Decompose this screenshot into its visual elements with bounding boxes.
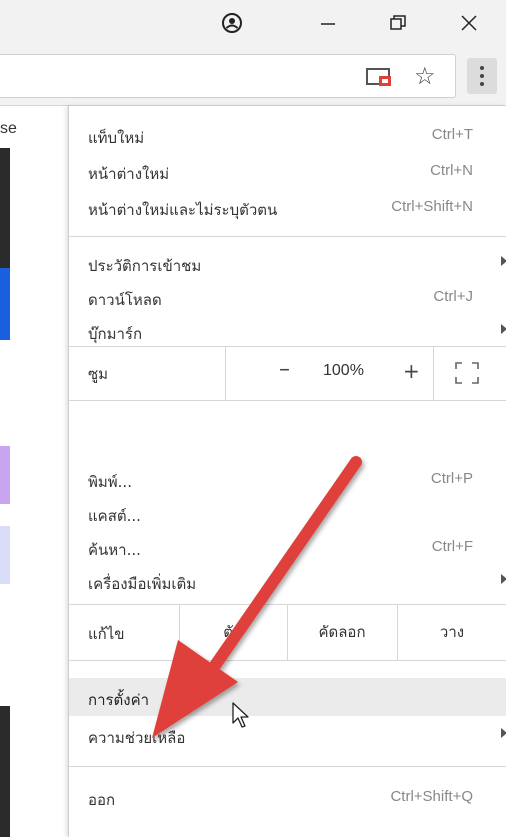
page-block-lavender bbox=[0, 526, 10, 584]
menu-item-shortcut: Ctrl+T bbox=[431, 126, 473, 143]
zoom-row: ซูม – 100% + bbox=[69, 346, 506, 400]
menu-separator bbox=[69, 660, 506, 661]
page-block-blue bbox=[0, 268, 10, 340]
menu-item-label: เครื่องมือเพิ่มเติม bbox=[88, 575, 197, 593]
edit-label: แก้ไข bbox=[88, 625, 125, 643]
menu-item-shortcut: Ctrl+F bbox=[431, 538, 473, 555]
menu-item-label: ออก bbox=[88, 791, 116, 809]
chrome-main-menu: แท็บใหม่ Ctrl+T หน้าต่างใหม่ Ctrl+N หน้า… bbox=[68, 106, 506, 837]
zoom-in-button[interactable]: + bbox=[403, 359, 420, 383]
submenu-arrow-icon bbox=[501, 256, 506, 266]
menu-item-shortcut: Ctrl+Shift+N bbox=[391, 198, 473, 215]
menu-item-label: ดาวน์โหลด bbox=[88, 291, 162, 309]
menu-item-history[interactable]: ประวัติการเข้าชม bbox=[69, 246, 506, 282]
menu-item-help[interactable]: ความช่วยเหลือ bbox=[69, 718, 506, 754]
submenu-arrow-icon bbox=[501, 324, 506, 334]
address-bar[interactable]: ☆ bbox=[0, 54, 456, 98]
page-block-dark bbox=[0, 148, 10, 268]
menu-item-downloads[interactable]: ดาวน์โหลด Ctrl+J bbox=[69, 280, 506, 316]
menu-item-label: หน้าต่างใหม่และไม่ระบุตัวตน bbox=[88, 201, 278, 219]
menu-item-label: แท็บใหม่ bbox=[88, 129, 145, 147]
maximize-icon[interactable] bbox=[376, 0, 420, 46]
page-block-dark-bottom bbox=[0, 706, 10, 837]
menu-item-label: ประวัติการเข้าชม bbox=[88, 257, 202, 275]
menu-separator bbox=[69, 236, 506, 237]
menu-item-more-tools[interactable]: เครื่องมือเพิ่มเติม bbox=[69, 564, 506, 600]
menu-item-label: ค้นหา... bbox=[88, 541, 141, 559]
zoom-divider bbox=[225, 346, 226, 400]
menu-separator bbox=[69, 766, 506, 767]
submenu-arrow-icon bbox=[501, 728, 506, 738]
cut-button[interactable]: ตัด bbox=[179, 604, 287, 660]
fullscreen-icon[interactable] bbox=[455, 362, 479, 384]
menu-item-label: พิมพ์... bbox=[88, 473, 132, 491]
menu-item-label: การตั้งค่า bbox=[88, 691, 150, 709]
page-fragment-text: se bbox=[0, 120, 17, 137]
mouse-cursor-icon bbox=[232, 702, 249, 728]
cast-icon[interactable] bbox=[366, 67, 392, 87]
menu-item-label: แคสต์... bbox=[88, 507, 141, 525]
menu-item-label: ความช่วยเหลือ bbox=[88, 729, 186, 747]
close-icon[interactable] bbox=[444, 0, 494, 46]
page-content-fragment: se bbox=[0, 106, 68, 837]
zoom-label: ซูม bbox=[88, 365, 109, 383]
menu-separator bbox=[69, 400, 506, 401]
menu-item-new-window[interactable]: หน้าต่างใหม่ Ctrl+N bbox=[69, 154, 506, 190]
menu-item-new-incognito-window[interactable]: หน้าต่างใหม่และไม่ระบุตัวตน Ctrl+Shift+N bbox=[69, 190, 506, 226]
paste-button[interactable]: วาง bbox=[397, 604, 506, 660]
title-bar bbox=[0, 0, 506, 46]
menu-item-shortcut: Ctrl+N bbox=[430, 162, 473, 179]
menu-item-shortcut: Ctrl+Shift+Q bbox=[390, 788, 473, 805]
profile-icon[interactable] bbox=[210, 0, 254, 46]
submenu-arrow-icon bbox=[501, 574, 506, 584]
menu-item-bookmarks[interactable]: บุ๊กมาร์ก bbox=[69, 314, 506, 350]
menu-item-shortcut: Ctrl+J bbox=[433, 288, 473, 305]
zoom-divider bbox=[433, 346, 434, 400]
menu-item-cast[interactable]: แคสต์... bbox=[69, 496, 506, 532]
menu-item-shortcut: Ctrl+P bbox=[430, 470, 473, 487]
browser-toolbar: ☆ bbox=[0, 46, 506, 106]
menu-item-find[interactable]: ค้นหา... Ctrl+F bbox=[69, 530, 506, 566]
menu-item-new-tab[interactable]: แท็บใหม่ Ctrl+T bbox=[69, 118, 506, 154]
page-block-purple bbox=[0, 446, 10, 504]
menu-item-settings[interactable]: การตั้งค่า bbox=[69, 678, 506, 716]
menu-item-label: หน้าต่างใหม่ bbox=[88, 165, 170, 183]
star-icon[interactable]: ☆ bbox=[414, 62, 436, 90]
zoom-out-button[interactable]: – bbox=[279, 357, 290, 382]
menu-item-exit[interactable]: ออก Ctrl+Shift+Q bbox=[69, 780, 506, 816]
edit-row: แก้ไข ตัด คัดลอก วาง bbox=[69, 604, 506, 660]
zoom-level: 100% bbox=[323, 362, 364, 379]
copy-button[interactable]: คัดลอก bbox=[287, 604, 397, 660]
menu-item-label: บุ๊กมาร์ก bbox=[88, 325, 143, 343]
minimize-icon[interactable] bbox=[306, 0, 350, 46]
more-vertical-icon[interactable] bbox=[467, 58, 497, 94]
menu-item-print[interactable]: พิมพ์... Ctrl+P bbox=[69, 462, 506, 498]
